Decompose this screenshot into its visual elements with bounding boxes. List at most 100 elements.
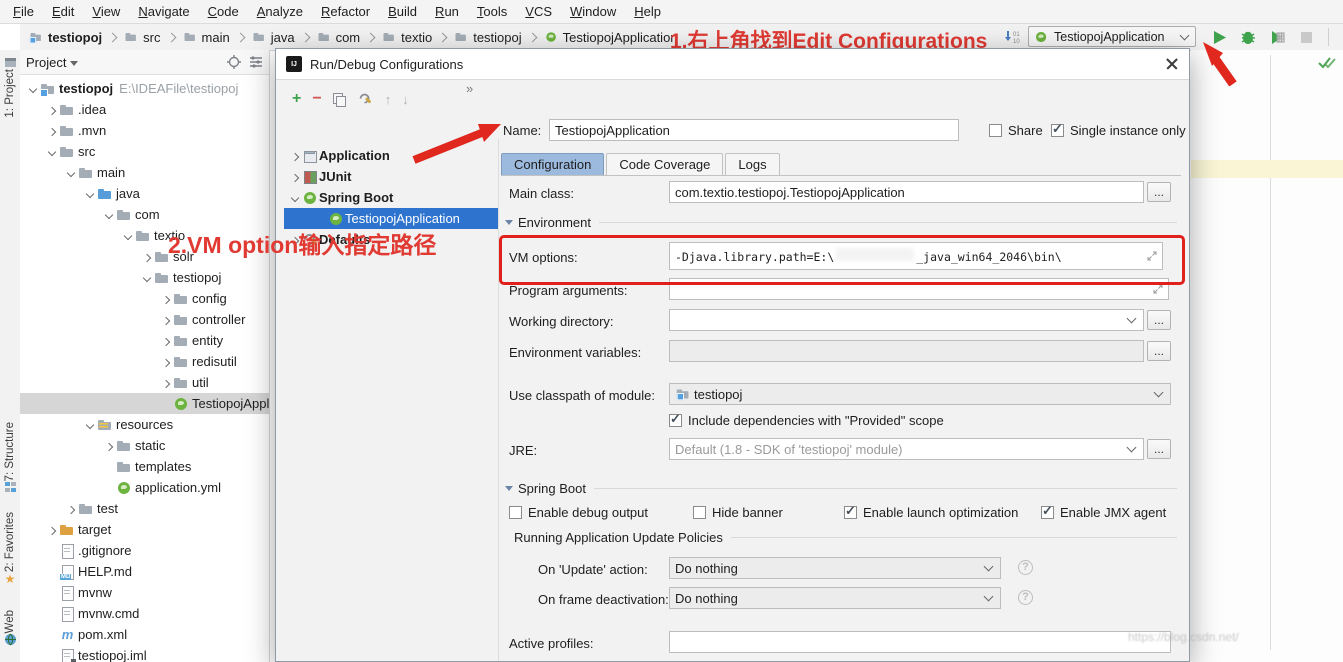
menu-item-analyze[interactable]: Analyze [248, 0, 312, 23]
main-class-input[interactable]: com.textio.testiopoj.TestiopojApplicatio… [669, 181, 1144, 203]
on-frame-deactivation-combo[interactable]: Do nothing [669, 587, 1001, 609]
springboot-checkbox-3[interactable]: Enable JMX agent [1041, 505, 1166, 520]
active-profiles-input[interactable] [669, 631, 1171, 653]
tree-row[interactable]: util [20, 372, 269, 393]
menu-item-window[interactable]: Window [561, 0, 625, 23]
environment-variables-browse-button[interactable]: ... [1147, 341, 1171, 361]
breadcrumb-item[interactable]: textio [381, 29, 432, 45]
help-icon[interactable] [1018, 590, 1033, 605]
tree-row[interactable]: mvnw.cmd [20, 603, 269, 624]
run-configuration-select[interactable]: TestiopojApplication [1028, 26, 1196, 47]
menu-item-tools[interactable]: Tools [468, 0, 516, 23]
chevron-expanded-icon[interactable] [26, 86, 40, 92]
chevron-collapsed-icon[interactable] [159, 295, 173, 303]
chevron-collapsed-icon[interactable] [45, 526, 59, 534]
menu-item-vcs[interactable]: VCS [516, 0, 561, 23]
tree-row[interactable]: static [20, 435, 269, 456]
vm-options-input[interactable]: -Djava.library.path=E:\_java_win64_2046\… [669, 242, 1163, 270]
chevron-collapsed-icon[interactable] [159, 358, 173, 366]
breadcrumb-item[interactable]: main [182, 29, 230, 45]
chevron-expanded-icon[interactable] [288, 195, 302, 201]
stop-button[interactable] [1295, 26, 1317, 48]
name-input[interactable]: TestiopojApplication [549, 119, 959, 141]
single-instance-checkbox[interactable]: Single instance only [1051, 123, 1186, 138]
chevron-collapsed-icon[interactable] [45, 127, 59, 135]
jre-browse-button[interactable]: ... [1147, 439, 1171, 459]
edit-defaults-wrench-icon[interactable] [358, 92, 373, 106]
locate-icon[interactable] [227, 55, 241, 69]
tab-logs[interactable]: Logs [725, 153, 779, 176]
provided-scope-checkbox[interactable]: Include dependencies with "Provided" sco… [669, 413, 944, 428]
breadcrumb-item[interactable]: TestiopojApplication [543, 29, 678, 45]
chevron-expanded-icon[interactable] [64, 170, 78, 176]
chevron-collapsed-icon[interactable] [45, 106, 59, 114]
add-configuration-button[interactable]: + [292, 90, 301, 108]
tree-row[interactable]: entity [20, 330, 269, 351]
tree-row[interactable]: .idea [20, 99, 269, 120]
remove-configuration-button[interactable]: − [312, 90, 321, 108]
tab-configuration[interactable]: Configuration [501, 153, 604, 176]
menu-item-build[interactable]: Build [379, 0, 426, 23]
tree-row[interactable]: testiopojE:\IDEAFile\testiopoj [20, 78, 269, 99]
chevron-collapsed-icon[interactable] [102, 442, 116, 450]
jre-combo[interactable]: Default (1.8 - SDK of 'testiopoj' module… [669, 438, 1144, 460]
stripe-favorites[interactable]: 2: Favorites ★ [0, 512, 20, 586]
tab-code-coverage[interactable]: Code Coverage [606, 153, 723, 176]
chevron-collapsed-icon[interactable] [159, 316, 173, 324]
spring-boot-section-header[interactable]: Spring Boot [505, 481, 1177, 496]
more-actions-icon[interactable]: » [466, 81, 473, 96]
chevron-expanded-icon[interactable] [83, 422, 97, 428]
tree-row[interactable]: Spring Boot [284, 187, 498, 208]
menu-item-run[interactable]: Run [426, 0, 468, 23]
chevron-expanded-icon[interactable] [140, 275, 154, 281]
tree-row[interactable]: mvnw [20, 582, 269, 603]
program-arguments-input[interactable] [669, 278, 1169, 300]
help-icon[interactable] [1018, 560, 1033, 575]
tree-row[interactable]: MDHELP.md [20, 561, 269, 582]
tree-row[interactable]: mpom.xml [20, 624, 269, 645]
editor-area[interactable] [1191, 50, 1343, 662]
chevron-expanded-icon[interactable] [121, 233, 135, 239]
share-checkbox[interactable]: Share [989, 123, 1043, 138]
environment-variables-input[interactable] [669, 340, 1144, 362]
tree-row[interactable]: TestiopojApplication [20, 393, 269, 414]
breadcrumb-item[interactable]: com [316, 29, 361, 45]
environment-section-header[interactable]: Environment [505, 215, 1177, 230]
tree-row[interactable]: controller [20, 309, 269, 330]
tree-row[interactable]: JUnit [284, 166, 498, 187]
tree-row[interactable]: redisutil [20, 351, 269, 372]
expand-field-icon[interactable] [1153, 284, 1163, 294]
breadcrumb-item[interactable]: java [251, 29, 295, 45]
tree-row[interactable]: main [20, 162, 269, 183]
chevron-collapsed-icon[interactable] [159, 379, 173, 387]
menu-item-file[interactable]: File [4, 0, 43, 23]
chevron-collapsed-icon[interactable] [159, 337, 173, 345]
copy-configuration-button[interactable] [333, 93, 346, 106]
move-down-button[interactable]: ↓ [402, 92, 409, 107]
tree-row[interactable]: config [20, 288, 269, 309]
tree-row[interactable]: com [20, 204, 269, 225]
stripe-structure[interactable]: 7: Structure [0, 422, 20, 494]
inspection-ok-icon[interactable] [1317, 56, 1337, 70]
on-update-action-combo[interactable]: Do nothing [669, 557, 1001, 579]
tree-row[interactable]: application.yml [20, 477, 269, 498]
chevron-expanded-icon[interactable] [45, 149, 59, 155]
menu-item-help[interactable]: Help [625, 0, 670, 23]
classpath-module-combo[interactable]: testiopoj [669, 383, 1171, 405]
settings-filter-icon[interactable] [249, 55, 263, 69]
working-directory-combo[interactable] [669, 309, 1144, 331]
tree-row[interactable]: java [20, 183, 269, 204]
tree-row[interactable]: testiopoj.iml [20, 645, 269, 662]
menu-item-refactor[interactable]: Refactor [312, 0, 379, 23]
tree-row[interactable]: src [20, 141, 269, 162]
tree-row[interactable]: templates [20, 456, 269, 477]
stripe-web[interactable]: Web [0, 610, 20, 646]
breadcrumb-item[interactable]: testiopoj [28, 29, 102, 45]
springboot-checkbox-1[interactable]: Hide banner [693, 505, 783, 520]
expand-field-icon[interactable] [1147, 251, 1157, 261]
menu-item-navigate[interactable]: Navigate [129, 0, 198, 23]
tree-row[interactable]: test [20, 498, 269, 519]
main-class-browse-button[interactable]: ... [1147, 182, 1171, 202]
springboot-checkbox-0[interactable]: Enable debug output [509, 505, 648, 520]
chevron-collapsed-icon[interactable] [64, 505, 78, 513]
